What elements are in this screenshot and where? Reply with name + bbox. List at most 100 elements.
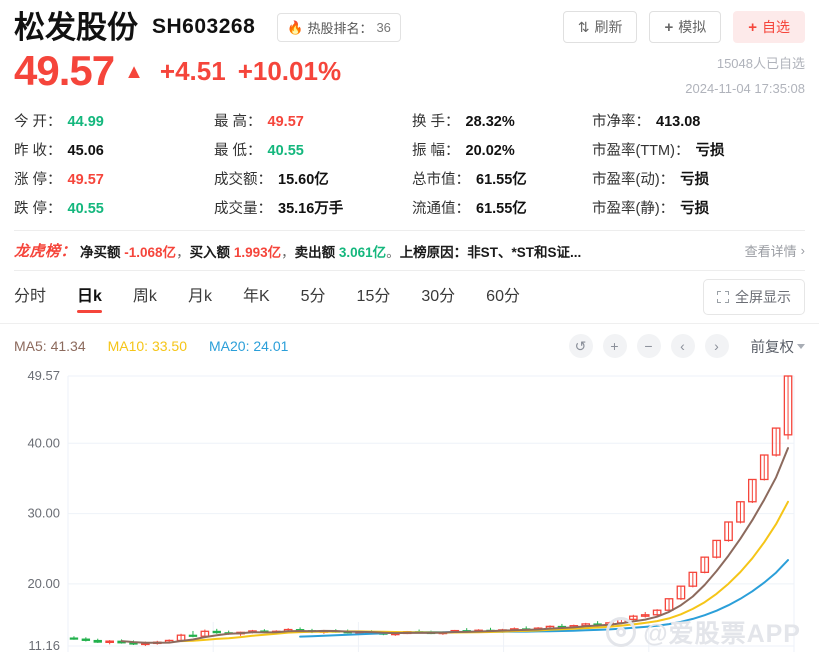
stat-label: 换 手： xyxy=(412,114,460,130)
stat-item: 今 开： 44.99 xyxy=(14,110,214,131)
chevron-left-icon[interactable]: ‹ xyxy=(670,334,695,358)
stock-name: 松发股份 xyxy=(14,9,138,45)
tab-7[interactable]: 30分 xyxy=(421,282,455,312)
stat-item: 市盈率(静)： 亏损 xyxy=(592,197,805,218)
undo-icon[interactable]: ↺ xyxy=(568,334,593,358)
candle xyxy=(81,637,91,642)
page-header: 松发股份 SH603268 🔥 热股排名： 36 ⇅ 刷新 + 模拟 + 自选 xyxy=(0,0,819,46)
zoom-out-icon[interactable]: − xyxy=(636,334,661,358)
chart-canvas[interactable]: 49.57 40.00 30.00 20.00 11.16 xyxy=(0,362,819,652)
stat-item: 流通值： 61.55亿 xyxy=(412,197,592,218)
dragon-tiger-detail-link[interactable]: 查看详情 › xyxy=(745,241,805,260)
candle xyxy=(688,571,698,588)
price-row: 49.57 ▲ +4.51 +10.01% 15048人已自选 2024-11-… xyxy=(0,46,819,104)
dragon-tiger-board-strip[interactable]: 龙虎榜： 净买额 -1.068亿，买入额 1.993亿，卖出额 3.061亿。上… xyxy=(14,230,805,271)
plus-icon: + xyxy=(748,18,757,36)
hot-rank-badge[interactable]: 🔥 热股排名： 36 xyxy=(277,12,401,42)
fire-icon: 🔥 xyxy=(287,19,304,35)
stat-item: 换 手： 28.32% xyxy=(412,110,592,131)
dragon-tiger-summary: 净买额 -1.068亿，买入额 1.993亿，卖出额 3.061亿。上榜原因：非… xyxy=(80,244,582,260)
candle xyxy=(712,539,721,559)
stat-item: 昨 收： 45.06 xyxy=(14,139,214,160)
stat-label: 昨 收： xyxy=(14,143,62,159)
price-change-percent: +10.01% xyxy=(237,56,342,86)
stat-value: 49.57 xyxy=(67,172,104,188)
y-axis-tick-label: 40.00 xyxy=(27,435,60,450)
stat-value: 413.08 xyxy=(656,114,701,130)
stat-label: 总市值： xyxy=(412,172,470,188)
stat-item: 振 幅： 20.02% xyxy=(412,139,592,160)
ma5-line xyxy=(120,447,789,644)
zoom-in-icon[interactable]: + xyxy=(602,334,627,358)
stat-value: 61.55亿 xyxy=(476,201,527,217)
price-change: +4.51 xyxy=(159,56,226,86)
simulate-label: 模拟 xyxy=(678,19,707,35)
simulate-button[interactable]: + 模拟 xyxy=(649,11,722,43)
add-watchlist-button[interactable]: + 自选 xyxy=(733,11,805,43)
candle xyxy=(771,427,781,457)
y-axis-tick-label: 11.16 xyxy=(28,638,60,652)
candle xyxy=(105,640,114,645)
tab-3[interactable]: 月k xyxy=(188,282,212,312)
tab-8[interactable]: 60分 xyxy=(486,282,520,312)
stat-value: 20.02% xyxy=(465,143,515,159)
chart-toolbar: MA5: 41.34 MA10: 33.50 MA20: 24.01 ↺ + −… xyxy=(0,324,819,362)
stat-value: 亏损 xyxy=(695,143,725,159)
candle xyxy=(628,614,638,621)
stat-label: 成交额： xyxy=(214,172,272,188)
followers-count: 15048人已自选 xyxy=(716,56,805,71)
adjust-mode-select[interactable]: 前复权 xyxy=(751,336,805,357)
candle xyxy=(93,638,102,643)
stat-label: 市盈率(动)： xyxy=(592,172,675,188)
reason-value: 非ST、*ST和S证... xyxy=(467,244,582,260)
stat-item: 跌 停： 40.55 xyxy=(14,197,214,218)
buy-value: 1.993亿 xyxy=(233,244,282,260)
stat-label: 最 高： xyxy=(214,114,262,130)
stat-item: 成交量： 35.16万手 xyxy=(214,197,412,218)
hot-rank-value: 36 xyxy=(376,19,391,35)
y-axis-tick-label: 49.57 xyxy=(27,368,60,383)
candle xyxy=(736,501,745,524)
stat-value: 40.55 xyxy=(267,143,304,159)
stat-value: 61.55亿 xyxy=(476,172,527,188)
chevron-right-icon[interactable]: › xyxy=(704,334,729,358)
sell-value: 3.061亿 xyxy=(338,244,387,260)
candlestick-chart[interactable]: 49.57 40.00 30.00 20.00 11.16 @爱股票APP xyxy=(0,362,819,652)
candle xyxy=(69,636,79,640)
plus-icon: + xyxy=(664,18,674,36)
fullscreen-button[interactable]: 全屏显示 xyxy=(703,279,805,315)
refresh-button[interactable]: ⇅ 刷新 xyxy=(562,11,638,43)
tab-6[interactable]: 15分 xyxy=(357,282,391,312)
buy-label: 买入额 xyxy=(189,244,231,260)
net-buy-label: 净买额 xyxy=(80,244,121,260)
candle xyxy=(724,521,733,542)
candle xyxy=(748,478,757,504)
candle xyxy=(188,630,198,638)
tab-5[interactable]: 5分 xyxy=(301,282,326,312)
stat-value: 15.60亿 xyxy=(278,172,329,188)
candle xyxy=(700,556,710,574)
sell-label: 卖出额 xyxy=(294,244,336,260)
stat-value: 45.06 xyxy=(67,143,104,159)
ma20-legend: MA20: 24.01 xyxy=(209,338,289,354)
tab-4[interactable]: 年K xyxy=(243,282,270,312)
refresh-icon: ⇅ xyxy=(577,18,590,35)
price-direction-arrow-icon: ▲ xyxy=(124,61,144,83)
stat-label: 市盈率(静)： xyxy=(592,201,675,217)
stat-label: 市净率： xyxy=(592,114,650,130)
stat-label: 振 幅： xyxy=(412,143,460,159)
candle xyxy=(676,585,686,601)
tab-2[interactable]: 周k xyxy=(133,282,157,312)
watchlist-label: 自选 xyxy=(762,19,790,35)
tab-0[interactable]: 分时 xyxy=(14,282,46,312)
stat-value: 40.55 xyxy=(67,201,104,217)
stat-label: 流通值： xyxy=(412,201,470,217)
candle xyxy=(783,375,793,440)
quote-timestamp: 2024-11-04 17:35:08 xyxy=(685,80,805,96)
candle xyxy=(640,611,650,618)
stat-item: 总市值： 61.55亿 xyxy=(412,168,592,189)
stat-label: 今 开： xyxy=(14,114,62,130)
chevron-down-icon xyxy=(797,343,805,349)
stat-item: 市盈率(动)： 亏损 xyxy=(592,168,805,189)
tab-1[interactable]: 日k xyxy=(77,282,102,313)
